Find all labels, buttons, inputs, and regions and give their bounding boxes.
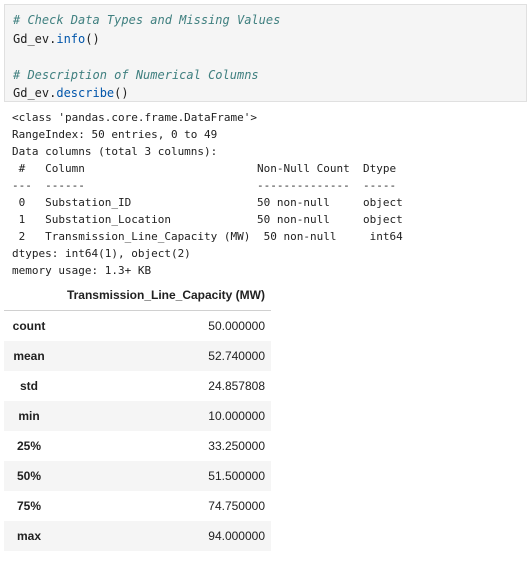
code-comment: # Check Data Types and Missing Values [13, 13, 281, 27]
output-line: memory usage: 1.3+ KB [12, 264, 152, 277]
describe-table: Transmission_Line_Capacity (MW) count 50.… [4, 280, 271, 551]
row-value: 33.250000 [208, 439, 265, 453]
row-index: min [18, 409, 40, 423]
row-index: count [12, 319, 46, 333]
row-value: 24.857808 [208, 379, 265, 393]
row-index: mean [13, 349, 45, 363]
table-row: 75% 74.750000 [4, 491, 271, 521]
table-row: std 24.857808 [4, 371, 271, 401]
table-header: Transmission_Line_Capacity (MW) [4, 280, 271, 311]
row-value: 10.000000 [208, 409, 265, 423]
output-line: --- ------ -------------- ----- [12, 179, 397, 192]
code-line-info: Gd_ev.info() [13, 32, 100, 46]
code-cell[interactable]: # Check Data Types and Missing Values Gd… [4, 4, 527, 102]
code-object: Gd_ev. [13, 86, 57, 100]
table-row: mean 52.740000 [4, 341, 271, 371]
table-row: min 10.000000 [4, 401, 271, 431]
row-index: 25% [16, 439, 42, 453]
output-line: <class 'pandas.core.frame.DataFrame'> [12, 111, 258, 124]
row-value: 52.740000 [208, 349, 265, 363]
row-value: 50.000000 [208, 319, 265, 333]
output-line: # Column Non-Null Count Dtype [12, 162, 397, 175]
code-comment: # Description of Numerical Columns [13, 68, 259, 82]
output-line: 2 Transmission_Line_Capacity (MW) 50 non… [12, 230, 403, 243]
code-function: describe [56, 86, 115, 100]
table-row: 25% 33.250000 [4, 431, 271, 461]
code-object: Gd_ev. [13, 32, 57, 46]
table-row: 50% 51.500000 [4, 461, 271, 491]
row-index: std [20, 379, 38, 393]
row-value: 51.500000 [208, 469, 265, 483]
output-line: dtypes: int64(1), object(2) [12, 247, 191, 260]
output-line: 0 Substation_ID 50 non-null object [12, 196, 403, 209]
code-parens: () [114, 86, 129, 100]
row-index: 50% [16, 469, 42, 483]
code-function: info [56, 32, 86, 46]
code-line-describe: Gd_ev.describe() [13, 86, 129, 100]
output-line: RangeIndex: 50 entries, 0 to 49 [12, 128, 218, 141]
row-index: 75% [16, 499, 42, 513]
output-line: 1 Substation_Location 50 non-null object [12, 213, 403, 226]
row-value: 94.000000 [208, 529, 265, 543]
table-row: max 94.000000 [4, 521, 271, 551]
code-parens: () [85, 32, 100, 46]
row-value: 74.750000 [208, 499, 265, 513]
output-line: Data columns (total 3 columns): [12, 145, 218, 158]
row-index: max [16, 529, 42, 543]
table-row: count 50.000000 [4, 311, 271, 341]
